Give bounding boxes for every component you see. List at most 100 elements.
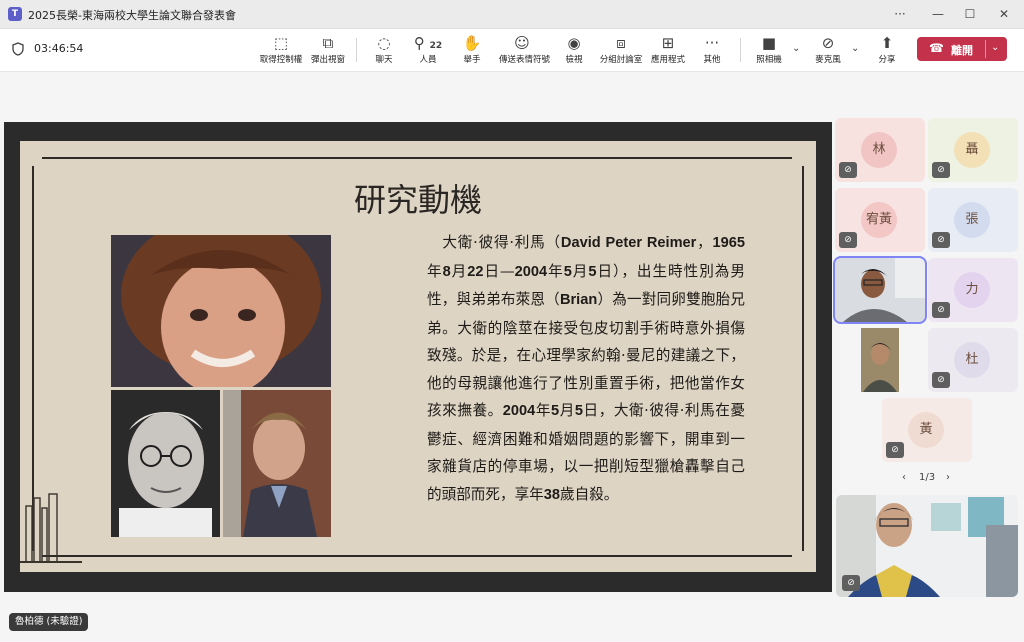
popout-label: 彈出視窗 <box>310 55 345 65</box>
breakout-rooms-icon: ⧈ <box>616 34 626 52</box>
popout-button[interactable]: ⧉ 彈出視窗 <box>305 33 351 67</box>
toolbar-divider <box>740 38 741 62</box>
raise-hand-label: 舉手 <box>463 55 481 65</box>
slide-body-segment: 日— <box>483 262 515 280</box>
avatar: 聶 <box>954 132 990 168</box>
mic-options-chevron-icon[interactable]: ⌄ <box>851 43 859 54</box>
meeting-timer: 03:46:54 <box>34 42 84 55</box>
avatar: 宥黃 <box>861 202 897 238</box>
participant-video-tile[interactable] <box>835 328 925 392</box>
shield-icon <box>12 42 24 56</box>
participant-tile[interactable]: 聶 ⊘ <box>928 118 1018 182</box>
participant-tile[interactable]: 杜 ⊘ <box>928 328 1018 392</box>
page-indicator: 1/3 <box>919 472 936 483</box>
teams-icon: T <box>8 7 22 21</box>
slide-body-segment: David Peter Reimer <box>560 235 697 251</box>
self-video-tile[interactable]: ⊘ <box>836 495 1018 597</box>
slide-body-segment: 5 <box>551 403 560 419</box>
breakout-rooms-label: 分組討論室 <box>599 55 643 65</box>
slide-body-text: 大衛·彼得·利馬（David Peter Reimer，1965年8月22日—2… <box>427 229 745 509</box>
mic-muted-icon: ⊘ <box>932 232 950 248</box>
participant-tile[interactable]: 宥黃 ⊘ <box>835 188 925 252</box>
camera-button[interactable]: ■ 照相機 <box>746 33 792 67</box>
slide-body-segment: 5 <box>588 263 597 280</box>
people-label: 人員 <box>419 55 437 65</box>
share-icon: ⬆ <box>880 34 894 52</box>
breakout-rooms-button[interactable]: ⧈ 分組討論室 <box>598 33 644 67</box>
close-window-button[interactable]: ✕ <box>988 2 1020 26</box>
slide-body-segment: 8 <box>442 263 451 280</box>
participant-video <box>835 328 925 392</box>
photo-child-portrait <box>111 235 331 387</box>
camera-label: 照相機 <box>756 55 782 65</box>
title-bar: T 2025長榮-東海兩校大學生論文聯合發表會 ··· — ☐ ✕ <box>0 0 1024 29</box>
leave-options-chevron-icon[interactable]: ⌄ <box>991 42 999 53</box>
avatar: 杜 <box>954 342 990 378</box>
slide-body-segment: ， <box>696 234 713 251</box>
view-button[interactable]: ◉ 檢視 <box>551 33 597 67</box>
leave-divider <box>985 40 986 58</box>
apps-button[interactable]: ⊞ 應用程式 <box>645 33 691 67</box>
emoji-label: 傳送表情符號 <box>499 55 551 65</box>
people-icon-wrap: ⚲ 22 <box>405 33 451 53</box>
self-video <box>836 495 1018 597</box>
chat-button[interactable]: ◌ 聊天 <box>361 33 407 67</box>
raise-hand-button[interactable]: ✋ 舉手 <box>449 33 495 67</box>
send-emoji-button[interactable]: ☺ 傳送表情符號 <box>499 33 551 67</box>
popout-icon: ⧉ <box>322 34 334 52</box>
previous-page-icon[interactable]: ‹ <box>902 472 906 483</box>
apps-label: 應用程式 <box>650 55 685 65</box>
minimize-button[interactable]: — <box>922 2 954 26</box>
slide-frame-top <box>42 157 792 159</box>
bookshelf-icon <box>20 493 82 563</box>
mic-muted-icon: ⊘ <box>932 302 950 318</box>
slide-frame-bottom <box>42 555 792 557</box>
participant-pager: ‹ 1/3 › <box>836 472 1020 486</box>
slide-body-segment: Brian <box>559 292 598 308</box>
phone-hangup-icon: ☎ <box>929 41 944 55</box>
slide-body-segment: 月 <box>571 262 589 280</box>
shared-screen: 研究動機 大衛·彼得·利馬（David Peter Reimer，1965年8月… <box>4 122 832 592</box>
avatar: 黃 <box>908 412 944 448</box>
participant-video-tile[interactable] <box>833 256 927 324</box>
photo-older-man <box>111 390 220 537</box>
slide-title: 研究動機 <box>353 181 482 219</box>
slide-body-segment: 大衛·彼得·利馬（ <box>427 234 561 251</box>
participant-tile[interactable]: 張 ⊘ <box>928 188 1018 252</box>
participant-tile[interactable]: 力 ⊘ <box>928 258 1018 322</box>
slide-body-segment: 年 <box>535 402 551 419</box>
mic-muted-icon: ⊘ <box>932 372 950 388</box>
avatar: 力 <box>954 272 990 308</box>
participant-video <box>835 258 925 322</box>
people-button[interactable]: ⚲ 22 人員 <box>405 33 451 67</box>
mic-muted-icon: ⊘ <box>839 162 857 178</box>
more-options-button[interactable]: ··· <box>884 2 916 26</box>
leave-button[interactable]: ☎ 離開 ⌄ <box>917 37 1007 61</box>
meeting-toolbar: 03:46:54 ⬚ 取得控制權 ⧉ 彈出視窗 ◌ 聊天 ⚲ 22 人員 ✋ 舉… <box>0 29 1024 72</box>
take-control-button[interactable]: ⬚ 取得控制權 <box>258 33 304 67</box>
camera-options-chevron-icon[interactable]: ⌄ <box>792 43 800 54</box>
next-page-icon[interactable]: › <box>946 472 950 483</box>
participant-tile[interactable]: 林 ⊘ <box>835 118 925 182</box>
people-count: 22 <box>429 41 443 51</box>
share-button[interactable]: ⬆ 分享 <box>864 33 910 67</box>
slide-body-segment: 2004 <box>502 403 536 419</box>
photo-young-man <box>223 390 331 537</box>
mic-muted-icon: ⊘ <box>839 232 857 248</box>
mic-button[interactable]: ⊘ 麥克風 <box>805 33 851 67</box>
maximize-button[interactable]: ☐ <box>954 2 986 26</box>
window-title: 2025長榮-東海兩校大學生論文聯合發表會 <box>28 9 236 22</box>
avatar: 林 <box>861 132 897 168</box>
share-label: 分享 <box>878 55 896 65</box>
slide-body-segment: 月 <box>559 402 575 419</box>
chat-icon: ◌ <box>377 34 391 52</box>
mic-off-icon: ⊘ <box>821 34 835 52</box>
self-name-label: 魯柏德 (未驗證) <box>9 613 89 631</box>
slide-body-segment: 22 <box>467 263 484 280</box>
participant-tile[interactable]: 黃 ⊘ <box>882 398 972 462</box>
slide-body-segment: 1965 <box>712 235 745 251</box>
more-actions-button[interactable]: ··· 其他 <box>689 33 735 67</box>
apps-icon: ⊞ <box>661 34 675 52</box>
slide-body-segment: 月 <box>450 262 468 280</box>
slide-frame-right <box>802 166 804 551</box>
